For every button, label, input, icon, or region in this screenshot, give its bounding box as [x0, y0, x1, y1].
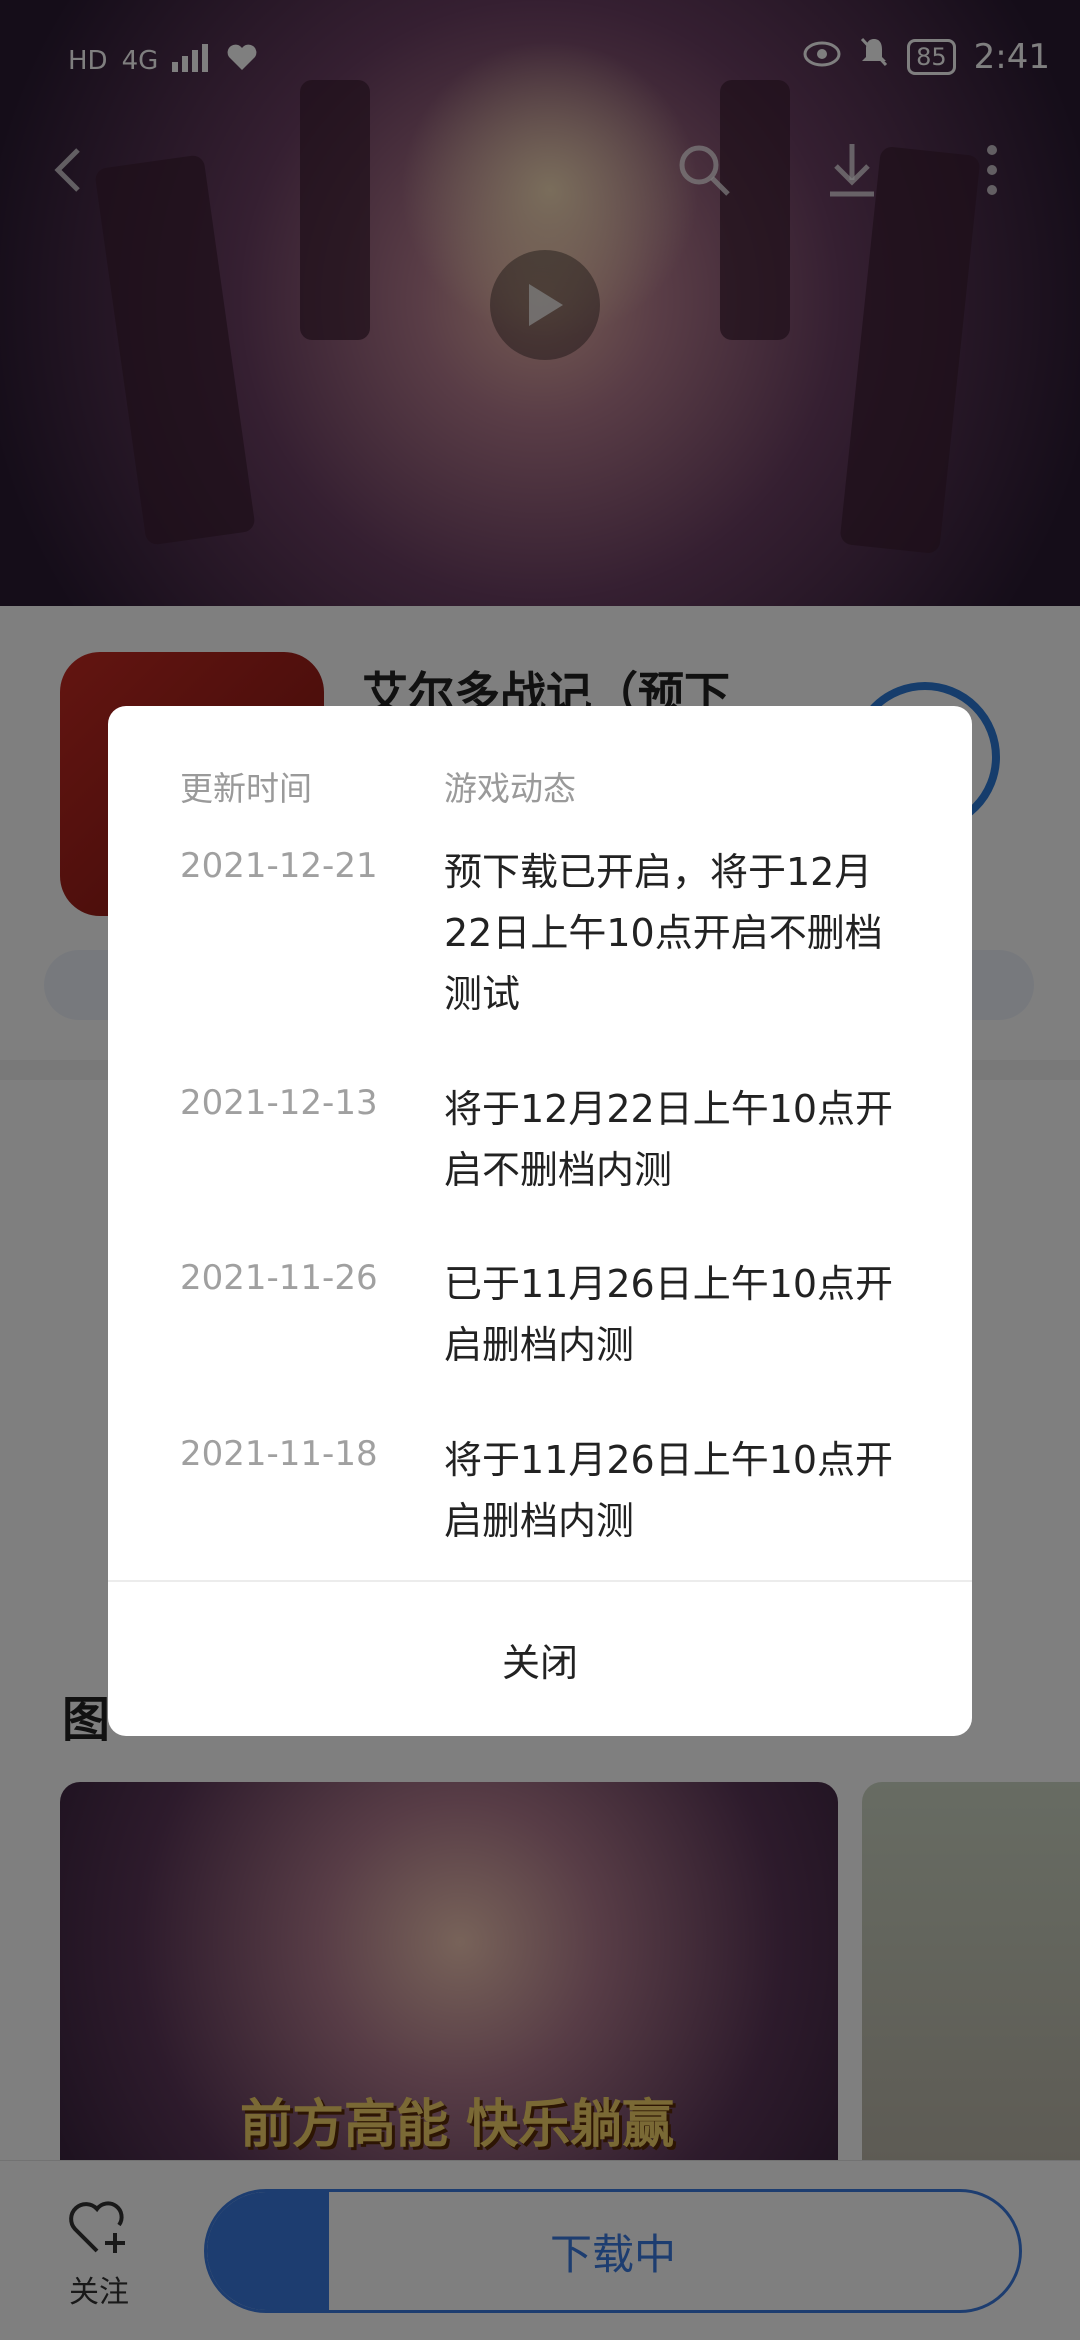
dialog-header: 更新时间 游戏动态	[180, 762, 900, 812]
update-date: 2021-12-13	[180, 1083, 378, 1123]
update-history-dialog: 更新时间 游戏动态 2021-12-21 预下载已开启，将于12月22日上午10…	[108, 706, 972, 1736]
update-text: 已于11月26日上午10点开启删档内测	[444, 1262, 894, 1367]
update-date: 2021-11-18	[180, 1434, 378, 1474]
update-text: 预下载已开启，将于12月22日上午10点开启不删档测试	[444, 850, 883, 1016]
update-date: 2021-11-26	[180, 1258, 378, 1298]
close-button[interactable]: 关闭	[108, 1582, 972, 1736]
update-list[interactable]: 2021-12-21 预下载已开启，将于12月22日上午10点开启不删档测试 2…	[108, 846, 972, 1588]
column-game-news: 游戏动态	[444, 769, 576, 808]
update-text: 将于12月22日上午10点开启不删档内测	[444, 1087, 894, 1192]
column-update-time: 更新时间	[180, 769, 312, 808]
update-date: 2021-12-21	[180, 846, 378, 886]
update-text: 将于11月26日上午10点开启删档内测	[444, 1438, 894, 1543]
